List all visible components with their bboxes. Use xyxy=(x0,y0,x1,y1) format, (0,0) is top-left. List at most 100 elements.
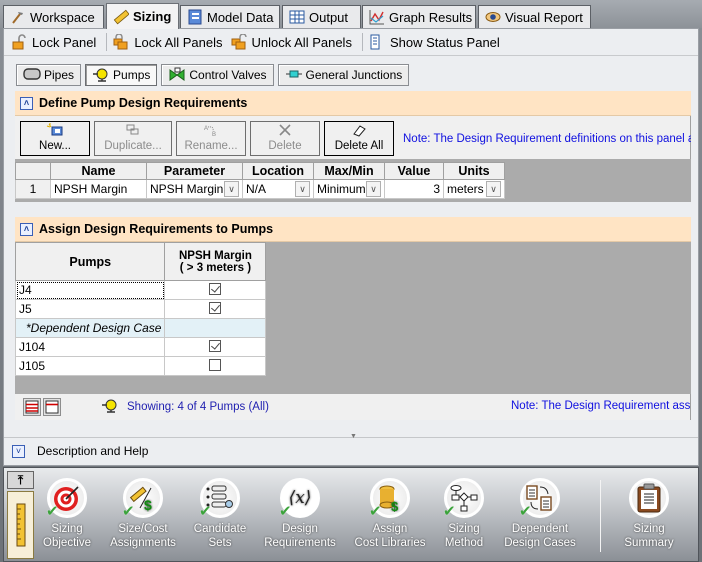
column-header-npsh-margin[interactable]: NPSH Margin( > 3 meters ) xyxy=(164,242,267,281)
expand-chevron-down-icon[interactable]: ˅ xyxy=(12,444,25,458)
collapse-chevron-up-icon[interactable]: ˄ xyxy=(20,222,33,236)
pump-name-cell[interactable]: J105 xyxy=(14,356,166,376)
chevron-down-icon[interactable]: ∨ xyxy=(366,181,381,197)
requirement-checkbox-cell[interactable] xyxy=(164,299,267,319)
table-row: J4 xyxy=(14,280,267,300)
ribbon-size-cost-assignments[interactable]: $ ✔ Size/Cost Assignments xyxy=(100,478,186,550)
name-cell[interactable]: NPSH Margin xyxy=(50,179,147,199)
show-status-panel-button[interactable]: Show Status Panel xyxy=(367,31,506,53)
svg-text:B: B xyxy=(212,132,216,137)
tab-output[interactable]: Output xyxy=(282,5,361,28)
status-panel-icon xyxy=(369,34,385,50)
column-header-pumps[interactable]: Pumps xyxy=(14,242,166,281)
pump-name-cell[interactable]: J5 xyxy=(14,299,166,319)
ribbon-sizing-summary[interactable]: Sizing Summary xyxy=(606,478,692,550)
column-header-parameter[interactable]: Parameter xyxy=(146,162,243,180)
ribbon-candidate-sets[interactable]: ✔ Candidate Sets xyxy=(177,478,263,550)
delete-all-button[interactable]: Delete All xyxy=(324,121,394,156)
define-requirements-header[interactable]: ˄ Define Pump Design Requirements xyxy=(15,91,691,116)
toolbar-divider xyxy=(106,33,108,51)
requirement-checkbox-cell[interactable] xyxy=(164,356,267,376)
ruler-icon xyxy=(113,9,130,25)
collapse-chevron-up-icon[interactable]: ˄ xyxy=(20,96,33,110)
requirement-checkbox-cell[interactable] xyxy=(164,337,267,357)
description-help-label: Description and Help xyxy=(37,444,149,458)
column-header-maxmin[interactable]: Max/Min xyxy=(313,162,385,180)
pump-name-cell[interactable]: J104 xyxy=(14,337,166,357)
ribbon-label-line2: Summary xyxy=(624,537,674,549)
ribbon-design-requirements[interactable]: ⟨x⟩ ✔ Design Requirements xyxy=(257,478,343,550)
tab-visual-report[interactable]: Visual Report xyxy=(478,5,591,28)
object-type-tabs: Pipes Pumps Control Valves General Junct… xyxy=(16,64,410,86)
pump-name-cell[interactable]: J4 xyxy=(14,280,166,300)
requirement-checkbox-cell[interactable] xyxy=(164,280,267,300)
ruler-dollar-icon: $ ✔ xyxy=(122,478,163,519)
button-label: Delete xyxy=(268,140,302,152)
ribbon-label-line2: Sets xyxy=(208,537,232,549)
parameter-select[interactable]: NPSH Margin ∨ xyxy=(146,179,243,199)
ribbon-sizing-objective[interactable]: ✔ Sizing Objective xyxy=(24,478,110,550)
checkbox-checked[interactable] xyxy=(209,301,222,314)
table-row: J105 xyxy=(14,356,267,376)
chevron-down-icon[interactable]: ∨ xyxy=(224,181,239,197)
showing-filter-status[interactable]: Showing: 4 of 4 Pumps (All) xyxy=(101,398,269,417)
lock-all-panels-button[interactable]: Lock All Panels xyxy=(111,31,228,53)
tab-model-data[interactable]: Model Data xyxy=(180,5,280,28)
select-value: N/A xyxy=(246,182,267,196)
splitter-grip-icon[interactable]: ▼ xyxy=(350,433,357,440)
column-header-location[interactable]: Location xyxy=(242,162,314,180)
expand-all-rows-button[interactable] xyxy=(23,398,41,416)
chevron-down-icon[interactable]: ∨ xyxy=(295,181,310,197)
ribbon-sizing-method[interactable]: ✔ Sizing Method xyxy=(421,478,507,550)
complete-check-icon: ✔ xyxy=(519,503,532,520)
padlocks-open-icon xyxy=(231,33,247,50)
subtab-pipes[interactable]: Pipes xyxy=(16,64,82,86)
subtab-label: General Junctions xyxy=(305,68,403,82)
units-select[interactable]: meters ∨ xyxy=(443,179,505,199)
subtab-control-valves[interactable]: Control Valves xyxy=(161,64,274,86)
description-help-toggle[interactable]: ˅ Description and Help xyxy=(12,444,148,458)
show-status-label: Show Status Panel xyxy=(389,34,500,50)
tab-sizing[interactable]: Sizing xyxy=(106,3,179,29)
lock-panel-label: Lock Panel xyxy=(32,34,97,50)
collapse-rows-button[interactable] xyxy=(43,398,61,416)
value-input[interactable]: 3 xyxy=(384,179,444,199)
chevron-down-icon[interactable]: ∨ xyxy=(486,181,501,197)
checkbox-checked[interactable] xyxy=(209,282,222,295)
table-header-row: Name Parameter Location Max/Min Value Un… xyxy=(15,162,505,180)
pump-icon xyxy=(101,398,119,417)
maxmin-select[interactable]: Minimum ∨ xyxy=(313,179,385,199)
location-select[interactable]: N/A ∨ xyxy=(242,179,314,199)
table-header-row: Pumps NPSH Margin( > 3 meters ) xyxy=(14,242,267,281)
rename-icon: AB xyxy=(202,123,220,140)
delete-button[interactable]: Delete xyxy=(250,121,320,156)
checkbox-checked[interactable] xyxy=(209,339,222,352)
row-index-header xyxy=(15,162,51,180)
new-button[interactable]: New... xyxy=(20,121,90,156)
lock-panel-button[interactable]: Lock Panel xyxy=(9,31,102,53)
complete-check-icon: ✔ xyxy=(46,503,59,520)
row-index[interactable]: 1 xyxy=(15,179,51,199)
column-header-units[interactable]: Units xyxy=(443,162,505,180)
tab-graph-results[interactable]: Graph Results xyxy=(362,5,476,28)
ribbon-label-line1: Sizing xyxy=(633,523,665,535)
assign-requirements-header[interactable]: ˄ Assign Design Requirements to Pumps xyxy=(15,217,691,242)
subtab-pumps[interactable]: Pumps xyxy=(85,64,158,86)
requirement-actions: New... Duplicate... AB Rename... Delete … xyxy=(20,121,394,156)
graph-icon xyxy=(369,9,385,25)
panel-title: Assign Design Requirements to Pumps xyxy=(39,222,274,236)
subtab-label: Control Valves xyxy=(189,68,267,82)
subtab-general-junctions[interactable]: General Junctions xyxy=(277,64,410,86)
sizing-window: Lock Panel Lock All Panels Unlock All Pa… xyxy=(3,28,699,466)
rename-button[interactable]: AB Rename... xyxy=(176,121,246,156)
column-header-value[interactable]: Value xyxy=(384,162,444,180)
target-icon: ✔ xyxy=(46,478,87,520)
column-header-name[interactable]: Name xyxy=(50,162,147,180)
unlock-all-panels-button[interactable]: Unlock All Panels xyxy=(229,31,358,53)
tab-workspace[interactable]: Workspace xyxy=(3,5,104,28)
assignments-note: Note: The Design Requirement assig xyxy=(511,400,691,412)
checkbox-unchecked[interactable] xyxy=(209,358,222,371)
duplicate-button[interactable]: Duplicate... xyxy=(94,121,172,156)
ribbon-dependent-design-cases[interactable]: ✔ Dependent Design Cases xyxy=(497,478,583,550)
button-label: Delete All xyxy=(334,140,384,152)
